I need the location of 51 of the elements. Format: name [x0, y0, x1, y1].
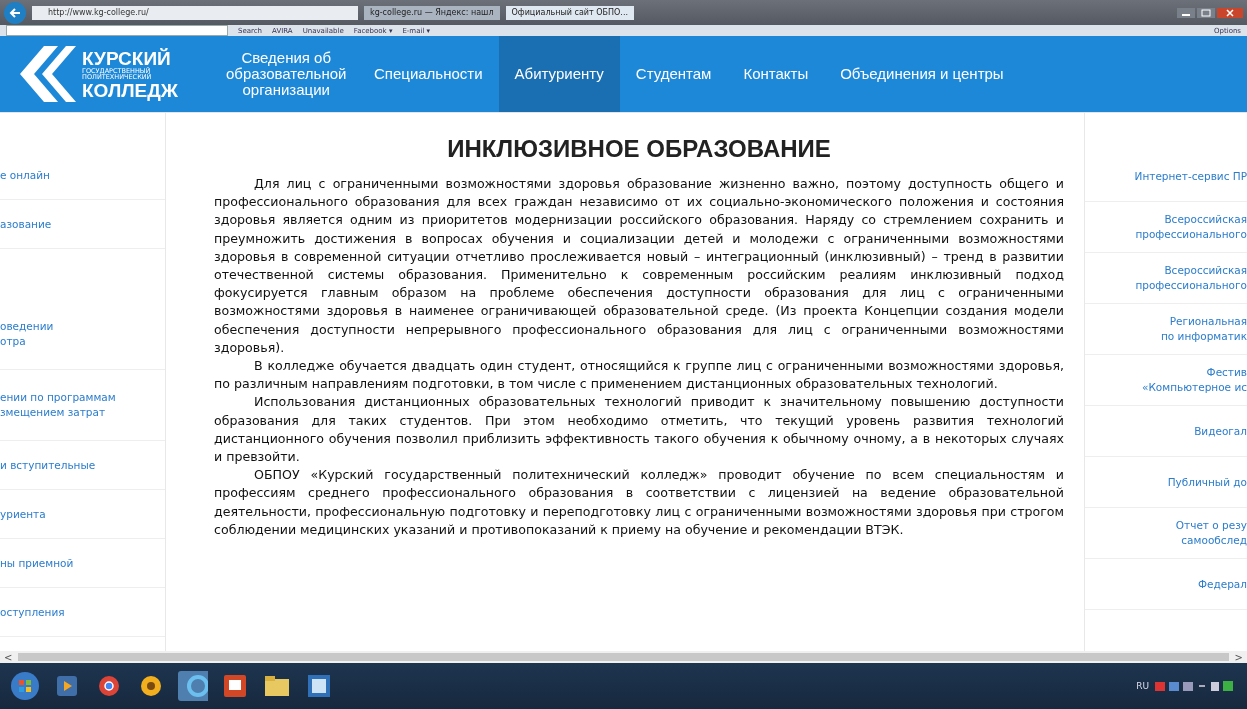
address-bar[interactable]: http://www.kg-college.ru/ [32, 5, 358, 20]
menu-link[interactable]: Фестив [1206, 365, 1247, 380]
article-paragraph: Для лиц с ограниченными возможностями здоровья образование жизненно важно, поэтому доступность общего и профессионального образования для всех граждан независимо от их социально-экономического положения и состояния здоровья является одним из приоритетов модернизации российского образования. Наряду со стремлением сохранить и преумножить достижения в вопросах обучения и социализации детей и молодежи с ограниченными возможностями здоровья в современной ситуации отчетливо прослеживается новый – интеграционный (инклюзивный) – тренд в развитии отечественной системы образования. Применительно к современным российским реалиям инклюзивный подход фокусируется главным образом на проблеме обеспечения доступности образования для лиц с ограниченными возможностями здоровья в наименее ограничивающей образовательной среде. (Из проекта Концепции создания модели обеспечения доступности непрерывного профессионального образования для лиц с ограниченными возможностями здоровья). [214, 175, 1064, 357]
menu-link[interactable]: уриента [0, 506, 165, 522]
nav-item[interactable]: Объединения и центры [824, 36, 1020, 112]
menu-link[interactable]: самообслед [1181, 533, 1247, 548]
menu-link[interactable]: профессионального [1135, 227, 1247, 242]
menu-link[interactable]: по информатик [1160, 329, 1247, 344]
nav-item[interactable]: Специальности [358, 36, 499, 112]
horizontal-scrollbar[interactable]: < > [0, 651, 1247, 663]
menu-link[interactable]: ении по программам [0, 390, 165, 405]
menu-link[interactable]: профессионального [1135, 278, 1247, 293]
menu-link[interactable]: Интернет-сервис ПР [1134, 168, 1247, 184]
menu-link[interactable]: ны приемной [0, 555, 165, 571]
start-orb-icon[interactable] [10, 671, 40, 701]
menu-link[interactable]: Видеогал [1194, 423, 1247, 439]
scroll-right-button[interactable]: > [1234, 651, 1243, 663]
article-paragraph: В колледже обучается двадцать один студент, относящийся к группе лиц с ограниченными возможностями здоровья, по различным направлениям подготовки, в том числе с применением дистанционных образовательных технологий. [214, 357, 1064, 394]
language-indicator[interactable]: RU [1136, 681, 1149, 691]
maximize-icon[interactable] [1197, 7, 1215, 18]
logo-text: КОЛЛЕДЖ [82, 80, 178, 100]
menu-link[interactable]: Федерал [1197, 576, 1247, 592]
article-paragraph: ОБПОУ «Курский государственный политехнический колледж» проводит обучение по всем специальностям и профессиям среднего профессионального образования в соответствии с лицензией на ведение образовательной деятельности, профессиональную подготовку и переподготовку лиц с ограниченными возможностями здоровья при строгом соблюдении медицинских указаний и противопоказаний к приему на обучение и рекомендации ВТЭК. [214, 466, 1064, 539]
menu-link[interactable]: Всероссийская [1164, 263, 1247, 278]
nav-item[interactable]: Сведения об образовательной организации [214, 36, 358, 112]
browser-tab[interactable]: Официальный сайт ОБПО... [505, 5, 634, 20]
menu-link[interactable]: змещением затрат [0, 405, 165, 420]
close-icon[interactable] [1217, 7, 1243, 18]
back-button[interactable] [4, 1, 26, 24]
browser-tab[interactable]: kg-college.ru — Яндекс: нашл [364, 5, 500, 20]
nav-item[interactable]: Абитуриенту [498, 36, 620, 112]
scroll-left-button[interactable]: < [4, 651, 13, 663]
nav-item[interactable]: Студентам [619, 36, 728, 112]
menu-link[interactable]: оступления [0, 604, 165, 620]
arrow-left-icon [9, 6, 21, 19]
menu-link[interactable]: Отчет о резу [1175, 518, 1247, 533]
menu-link[interactable]: азование [0, 216, 165, 232]
article-title: ИНКЛЮЗИВНОЕ ОБРАЗОВАНИЕ [446, 135, 832, 163]
minimize-icon[interactable] [1177, 7, 1195, 18]
logo-text: КУРСКИЙ [82, 48, 172, 68]
nav-item[interactable]: Контакты [727, 36, 825, 112]
article-paragraph: Использования дистанционных образовательных технологий приводит к значительному повышению доступности образования для таких студентов. При этом необходимо отметить, что текущий уровень развития технологий дистанционного обучения позволил приблизить эффективность такого обучения к обычному очному, а в некоторых случаях и превзойти. [214, 393, 1064, 467]
search-field[interactable] [6, 25, 228, 36]
menu-link[interactable]: Всероссийская [1164, 212, 1247, 227]
menu-link[interactable]: отра [0, 334, 165, 349]
menu-link[interactable]: оведении [0, 319, 165, 334]
menu-link[interactable]: Публичный до [1167, 474, 1247, 490]
menu-link[interactable]: и вступительные [0, 457, 165, 473]
menu-link[interactable]: «Компьютерное ис [1141, 380, 1247, 395]
menu-link[interactable]: Региональная [1169, 314, 1247, 329]
menu-link[interactable]: е онлайн [0, 167, 165, 183]
